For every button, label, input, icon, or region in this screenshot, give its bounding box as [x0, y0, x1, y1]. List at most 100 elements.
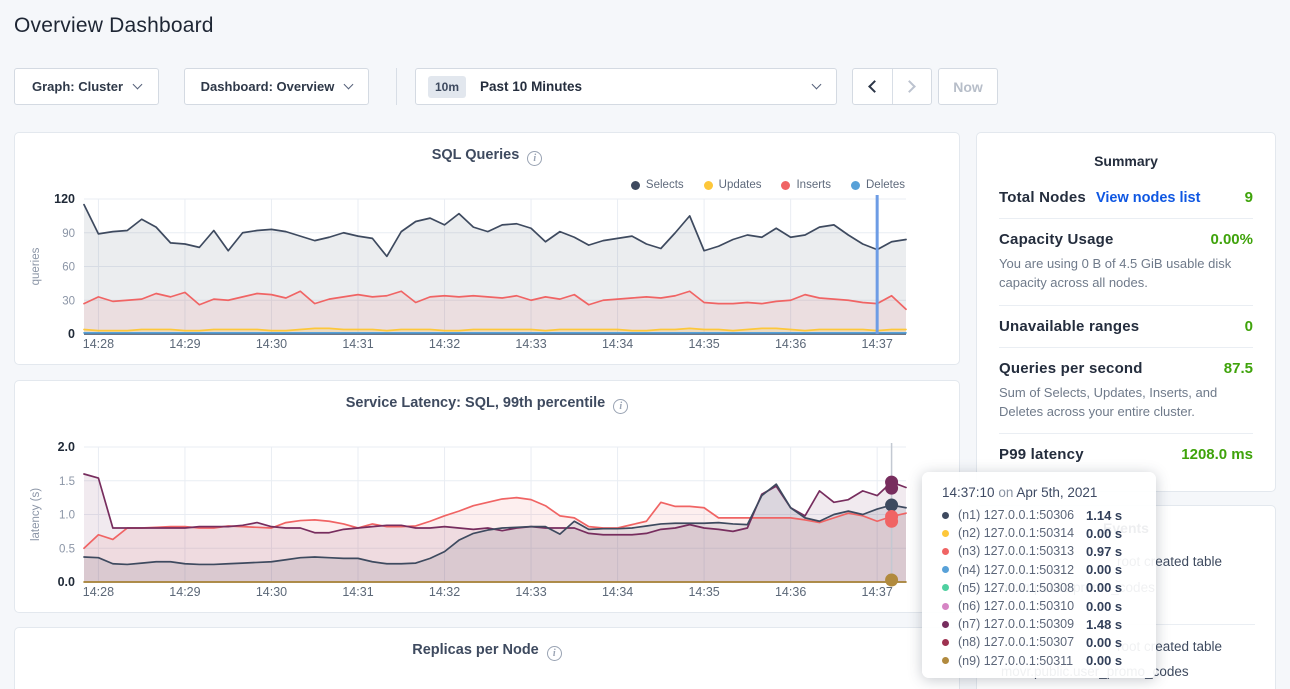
- chart-title: Replicas per Node i: [15, 642, 959, 661]
- svg-text:14:30: 14:30: [256, 337, 287, 351]
- tooltip-node-value: 0.00 s: [1086, 562, 1122, 577]
- tooltip-rows: (n1) 127.0.0.1:503061.14 s(n2) 127.0.0.1…: [942, 506, 1156, 670]
- svg-text:0.0: 0.0: [58, 575, 75, 589]
- tooltip-node-label: (n3) 127.0.0.1:50313: [958, 544, 1086, 558]
- replicas-per-node-card: Replicas per Node i: [14, 627, 960, 689]
- chart-hover-tooltip: 14:37:10 on Apr 5th, 2021 (n1) 127.0.0.1…: [922, 472, 1156, 678]
- tooltip-node-label: (n1) 127.0.0.1:50306: [958, 508, 1086, 522]
- tooltip-node-value: 0.00 s: [1086, 635, 1122, 650]
- svg-text:14:34: 14:34: [602, 337, 633, 351]
- svg-text:120: 120: [54, 192, 75, 206]
- svg-text:14:28: 14:28: [83, 337, 114, 351]
- tooltip-node-value: 0.00 s: [1086, 526, 1122, 541]
- tooltip-node-label: (n8) 127.0.0.1:50307: [958, 635, 1086, 649]
- time-range-label: Past 10 Minutes: [480, 79, 582, 94]
- service-latency-chart[interactable]: 14:2814:2914:3014:3114:3214:3314:3414:35…: [15, 381, 961, 614]
- svg-text:14:31: 14:31: [342, 337, 373, 351]
- series-dot-icon: [942, 530, 949, 537]
- replicas-title: Replicas per Node: [412, 642, 539, 658]
- chevron-down-icon: [133, 80, 143, 90]
- tooltip-timestamp: 14:37:10 on Apr 5th, 2021: [942, 485, 1156, 500]
- time-range-selector[interactable]: 10m Past 10 Minutes: [415, 68, 837, 105]
- tooltip-node-value: 1.14 s: [1086, 508, 1122, 523]
- svg-text:14:29: 14:29: [169, 337, 200, 351]
- service-latency-card: Service Latency: SQL, 99th percentilei 1…: [14, 380, 960, 613]
- p99-latency-value: 1208.0 ms: [1181, 446, 1253, 463]
- svg-text:14:33: 14:33: [515, 337, 546, 351]
- qps-label: Queries per second: [999, 360, 1143, 377]
- info-icon[interactable]: i: [547, 646, 562, 661]
- sql-queries-chart[interactable]: 14:28 14:29 14:30 14:31 14:32 14:33 14:34 14:35…: [15, 133, 961, 366]
- page-title: Overview Dashboard: [14, 14, 214, 38]
- svg-text:1.0: 1.0: [59, 510, 75, 522]
- series-dot-icon: [942, 657, 949, 664]
- series-dot-icon: [942, 639, 949, 646]
- tooltip-row: (n6) 127.0.0.1:503100.00 s: [942, 597, 1156, 615]
- series-dot-icon: [942, 584, 949, 591]
- svg-text:14:36: 14:36: [775, 337, 806, 351]
- overview-dashboard-screen: Overview Dashboard Graph: Cluster Dashbo…: [0, 0, 1290, 689]
- tooltip-row: (n8) 127.0.0.1:503070.00 s: [942, 633, 1156, 651]
- svg-text:queries: queries: [30, 247, 42, 285]
- chevron-left-icon: [868, 80, 881, 93]
- total-nodes-section: Total Nodes View nodes list 9: [999, 177, 1253, 219]
- svg-text:14:31: 14:31: [342, 585, 373, 599]
- tooltip-node-value: 0.00 s: [1086, 580, 1122, 595]
- tooltip-row: (n7) 127.0.0.1:503091.48 s: [942, 615, 1156, 633]
- svg-text:14:32: 14:32: [429, 337, 460, 351]
- unavailable-ranges-label: Unavailable ranges: [999, 318, 1139, 335]
- qps-description: Sum of Selects, Updates, Inserts, and De…: [999, 384, 1253, 422]
- prev-range-button[interactable]: [853, 69, 892, 104]
- sql-queries-card: SQL Queriesi SelectsUpdatesInsertsDelete…: [14, 132, 960, 365]
- svg-text:0: 0: [68, 327, 75, 341]
- svg-text:2.0: 2.0: [58, 440, 75, 454]
- now-button[interactable]: Now: [938, 68, 998, 105]
- tooltip-node-value: 1.48 s: [1086, 617, 1122, 632]
- svg-text:14:34: 14:34: [602, 585, 633, 599]
- svg-text:14:35: 14:35: [688, 337, 719, 351]
- unavailable-ranges-section: Unavailable ranges 0: [999, 306, 1253, 348]
- time-nav-buttons: [852, 68, 932, 105]
- total-nodes-value: 9: [1245, 189, 1253, 206]
- summary-title: Summary: [999, 133, 1253, 177]
- controls-divider: [396, 68, 397, 105]
- tooltip-node-value: 0.97 s: [1086, 544, 1122, 559]
- svg-text:60: 60: [62, 262, 75, 274]
- capacity-section: Capacity Usage 0.00% You are using 0 B o…: [999, 219, 1253, 306]
- chevron-down-icon: [812, 80, 822, 90]
- tooltip-row: (n1) 127.0.0.1:503061.14 s: [942, 506, 1156, 524]
- svg-text:14:28: 14:28: [83, 585, 114, 599]
- svg-text:30: 30: [62, 295, 75, 307]
- unavailable-ranges-value: 0: [1245, 318, 1253, 335]
- svg-text:14:35: 14:35: [688, 585, 719, 599]
- svg-text:14:29: 14:29: [169, 585, 200, 599]
- graph-dropdown-label: Graph: Cluster: [32, 79, 123, 94]
- tooltip-row: (n5) 127.0.0.1:503080.00 s: [942, 579, 1156, 597]
- svg-text:14:37: 14:37: [862, 585, 893, 599]
- svg-text:14:33: 14:33: [515, 585, 546, 599]
- tooltip-row: (n9) 127.0.0.1:503110.00 s: [942, 652, 1156, 670]
- chevron-right-icon: [903, 80, 916, 93]
- tooltip-node-label: (n2) 127.0.0.1:50314: [958, 526, 1086, 540]
- p99-latency-section: P99 latency 1208.0 ms: [999, 434, 1253, 475]
- tooltip-row: (n2) 127.0.0.1:503140.00 s: [942, 524, 1156, 542]
- graph-dropdown[interactable]: Graph: Cluster: [14, 68, 159, 105]
- svg-text:90: 90: [62, 228, 75, 240]
- dashboard-dropdown-label: Dashboard: Overview: [201, 79, 335, 94]
- tooltip-row: (n3) 127.0.0.1:503130.97 s: [942, 542, 1156, 560]
- tooltip-node-label: (n9) 127.0.0.1:50311: [958, 654, 1086, 668]
- capacity-description: You are using 0 B of 4.5 GiB usable disk…: [999, 255, 1253, 293]
- tooltip-node-label: (n7) 127.0.0.1:50309: [958, 617, 1086, 631]
- svg-text:14:32: 14:32: [429, 585, 460, 599]
- qps-section: Queries per second 87.5 Sum of Selects, …: [999, 348, 1253, 435]
- total-nodes-label: Total Nodes: [999, 189, 1086, 206]
- series-dot-icon: [942, 621, 949, 628]
- dashboard-dropdown[interactable]: Dashboard: Overview: [184, 68, 369, 105]
- series-dot-icon: [942, 566, 949, 573]
- time-range-badge: 10m: [428, 76, 466, 98]
- next-range-button[interactable]: [892, 69, 932, 104]
- series-dot-icon: [942, 548, 949, 555]
- svg-text:14:37: 14:37: [862, 337, 893, 351]
- series-dot-icon: [942, 512, 949, 519]
- view-nodes-link[interactable]: View nodes list: [1096, 190, 1201, 206]
